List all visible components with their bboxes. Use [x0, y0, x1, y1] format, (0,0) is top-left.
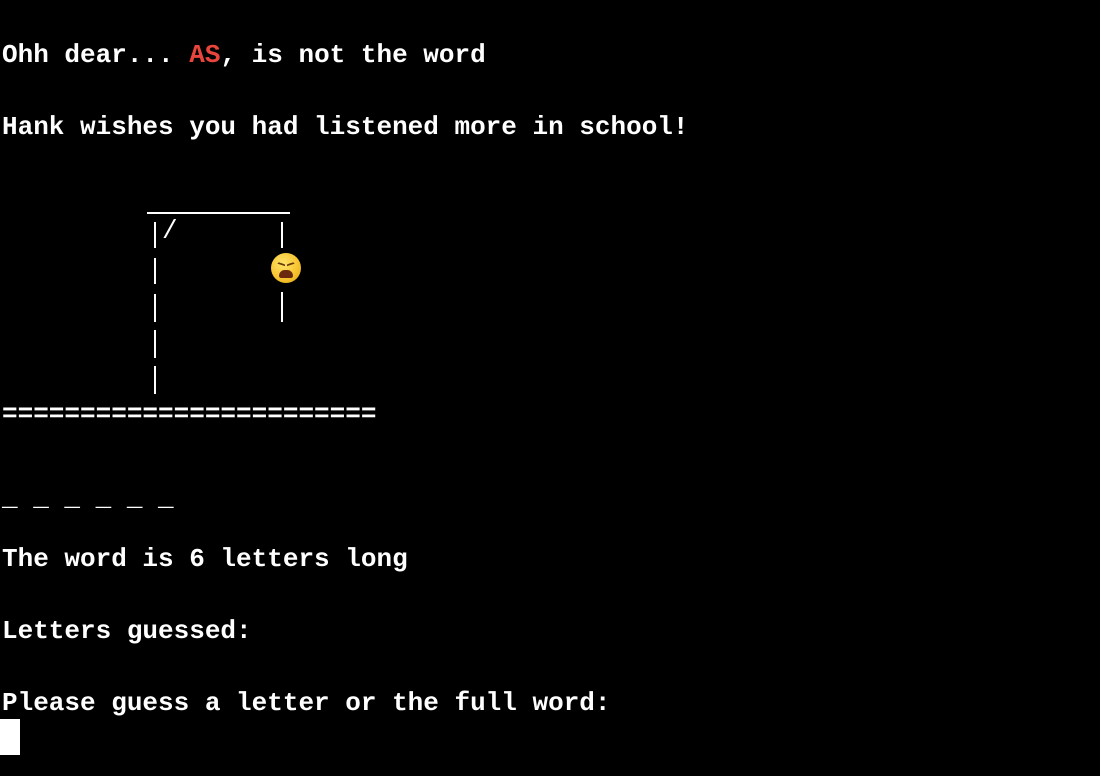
gallows-rope [281, 222, 283, 248]
letters-guessed-label: Letters guessed: [2, 616, 252, 646]
gallows-top-beam [147, 212, 290, 214]
hangman-body [281, 292, 283, 322]
guess-prompt: Please guess a letter or the full word: [2, 688, 611, 718]
weary-face-icon [271, 253, 301, 283]
gallows-post-segment [154, 366, 156, 394]
terminal-input-cursor[interactable] [0, 719, 20, 755]
gallows-post-segment [154, 222, 156, 248]
gallows-post-segment [154, 294, 156, 322]
gallows-post-segment [154, 330, 156, 358]
word-length-text: The word is 6 letters long [2, 544, 408, 574]
word-blanks: _ _ _ _ _ _ [2, 483, 174, 513]
gallows-brace: / [162, 216, 178, 246]
gallows-ground: ======================== [2, 399, 377, 429]
gallows-post-segment [154, 258, 156, 284]
hangman-gallows: / [0, 0, 460, 440]
